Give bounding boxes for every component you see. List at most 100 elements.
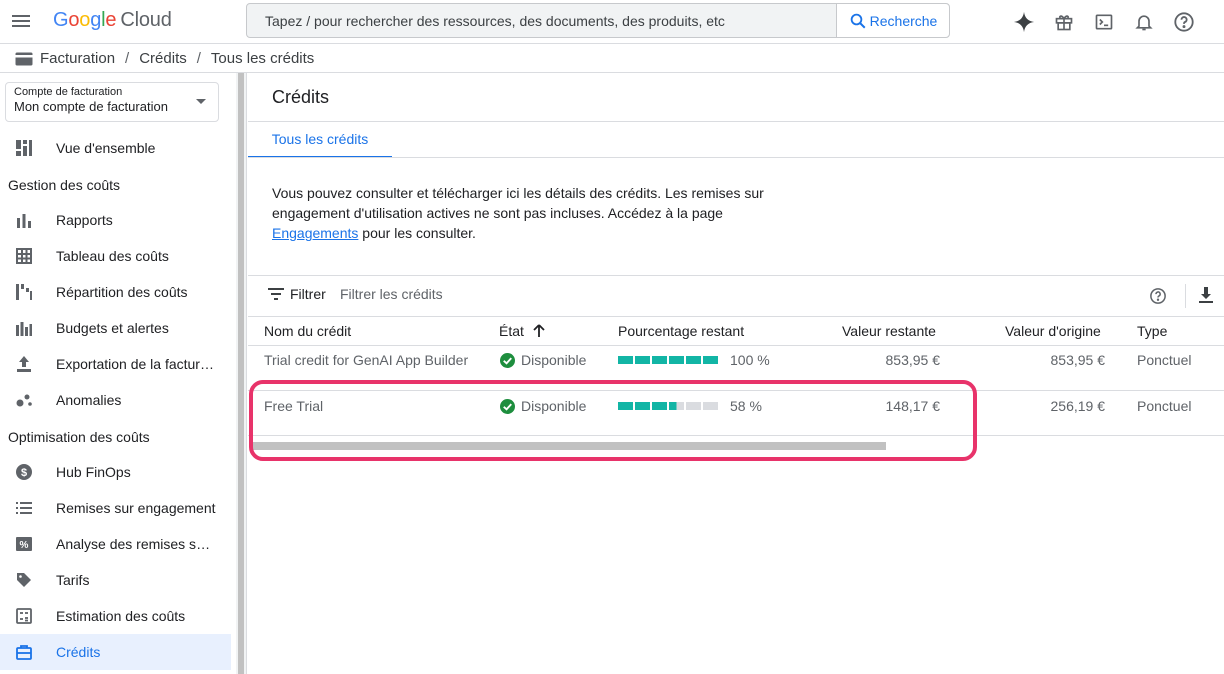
sidebar-item-label: Rapports (56, 212, 113, 228)
sidebar-item-label: Remises sur engagement (56, 500, 216, 516)
sidebar-item-label: Budgets et alertes (56, 320, 169, 336)
sidebar-item-label: Crédits (56, 644, 101, 660)
sidebar-item-label: Estimation des coûts (56, 608, 186, 624)
credit-name: Trial credit for GenAI App Builder (264, 352, 469, 368)
breadcrumb-billing[interactable]: Facturation (40, 50, 115, 67)
billing-account-value: Mon compte de facturation (14, 99, 168, 114)
billing-account-label: Compte de facturation (14, 86, 123, 98)
percent-icon: % (16, 536, 32, 552)
progress-segment (703, 356, 718, 364)
sidebar-scrollbar[interactable] (236, 73, 247, 674)
tab-all-credits[interactable]: Tous les crédits (248, 122, 392, 158)
breadcrumb-separator: / (196, 50, 201, 67)
sidebar-item-reports[interactable]: Rapports (0, 202, 231, 238)
filter-label: Filtrer (290, 286, 326, 302)
dashboard-icon (16, 140, 32, 156)
sidebar-item-label: Vue d'ensemble (56, 140, 156, 156)
sidebar-item-overview[interactable]: Vue d'ensemble (0, 130, 231, 166)
search-button-label: Recherche (869, 12, 938, 29)
sidebar-item-label: Répartition des coûts (56, 284, 188, 300)
main-menu-icon[interactable] (10, 11, 32, 33)
credit-type: Ponctuel (1137, 398, 1192, 414)
sidebar-item-budgets-alerts[interactable]: Budgets et alertes (0, 310, 231, 346)
sort-ascending-arrow-icon (533, 324, 545, 337)
sidebar-scrollbar-thumb[interactable] (238, 73, 244, 674)
dropdown-arrow-icon (196, 99, 206, 104)
search-input[interactable] (247, 4, 836, 37)
divider (248, 121, 1224, 122)
percent-label: 100 % (730, 352, 770, 368)
original-value: 853,95 € (1050, 352, 1106, 368)
sidebar-item-cost-estimation[interactable]: Estimation des coûts (0, 598, 231, 634)
column-header-status[interactable]: État (499, 323, 546, 339)
main-content: Crédits Tous les crédits Vous pouvez con… (248, 73, 1224, 674)
sidebar-item-cost-breakdown[interactable]: Répartition des coûts (0, 274, 231, 310)
credit-type: Ponctuel (1137, 352, 1192, 368)
sidebar-item-finops-hub[interactable]: $ Hub FinOps (0, 454, 231, 490)
status-cell: Disponible (500, 352, 586, 368)
column-header-percent-remaining[interactable]: Pourcentage restant (618, 323, 744, 339)
check-circle-icon (500, 352, 515, 368)
gemini-sparkle-icon[interactable] (1010, 8, 1038, 36)
search-icon (850, 13, 866, 28)
logo-letter: G (53, 9, 69, 31)
sidebar-item-label: Tableau des coûts (56, 248, 169, 264)
progress-segment (635, 356, 650, 364)
remaining-value: 853,95 € (885, 352, 941, 368)
commitments-link[interactable]: Engagements (272, 225, 358, 241)
logo-letter: e (105, 9, 117, 31)
filter-icon (268, 288, 284, 300)
svg-text:%: % (20, 540, 29, 551)
original-value: 256,19 € (1050, 398, 1106, 414)
gift-icon[interactable] (1050, 8, 1078, 36)
anomalies-icon (16, 392, 32, 408)
table-header: Nom du crédit État Pourcentage restant V… (248, 316, 1224, 346)
calculator-icon (16, 608, 32, 624)
sidebar-item-anomalies[interactable]: Anomalies (0, 382, 231, 418)
sidebar-item-credits[interactable]: Crédits (0, 634, 231, 670)
section-title-cost-management: Gestion des coûts (8, 177, 121, 193)
sidebar-item-cost-table[interactable]: Tableau des coûts (0, 238, 231, 274)
column-header-remaining-value[interactable]: Valeur restante (842, 323, 936, 339)
logo-letter: o (68, 9, 80, 31)
column-header-name[interactable]: Nom du crédit (264, 323, 351, 339)
progress-segment (669, 356, 684, 364)
page-title: Crédits (272, 87, 330, 107)
upload-icon (16, 356, 32, 372)
notifications-bell-icon[interactable] (1130, 8, 1158, 36)
filter-button[interactable]: Filtrer (268, 286, 326, 302)
filter-input[interactable] (340, 286, 640, 302)
progress-segment (618, 356, 633, 364)
sidebar-item-pricing[interactable]: Tarifs (0, 562, 231, 598)
sidebar-item-label: Tarifs (56, 572, 90, 588)
search-button[interactable]: Recherche (836, 4, 949, 37)
breadcrumb-credits[interactable]: Crédits (139, 50, 187, 67)
billing-card-icon (15, 52, 33, 65)
logo-letter: g (90, 9, 102, 31)
logo-cloud-text: Cloud (120, 9, 172, 31)
credits-description: Vous pouvez consulter et télécharger ici… (272, 183, 792, 243)
divider (1185, 284, 1186, 308)
highlight-annotation (249, 380, 977, 461)
search-box: Recherche (246, 3, 950, 38)
svg-text:$: $ (21, 467, 27, 479)
google-cloud-logo[interactable]: Google Cloud (53, 9, 172, 32)
breadcrumb-all-credits: Tous les crédits (210, 50, 315, 67)
cloud-shell-terminal-icon[interactable] (1090, 8, 1118, 36)
billing-account-selector[interactable]: Compte de facturation Mon compte de fact… (5, 82, 219, 122)
column-header-status-label: État (499, 323, 524, 339)
bar-chart-icon (16, 212, 32, 228)
column-help-icon[interactable] (1149, 287, 1167, 308)
column-header-type[interactable]: Type (1137, 323, 1167, 339)
progress-segment (652, 356, 667, 364)
breadcrumb: Facturation / Crédits / Tous les crédits (0, 45, 1224, 73)
help-icon[interactable] (1170, 8, 1198, 36)
column-header-original-value[interactable]: Valeur d'origine (1005, 323, 1101, 339)
sidebar-item-billing-export[interactable]: Exportation de la facturation (0, 346, 231, 382)
tag-icon (16, 572, 32, 588)
sidebar-item-discount-analysis[interactable]: % Analyse des remises sur engagement (0, 526, 231, 562)
progress-segment (686, 356, 701, 364)
sidebar-item-committed-use-discounts[interactable]: Remises sur engagement (0, 490, 231, 526)
download-icon[interactable] (1198, 287, 1214, 306)
breadcrumb-separator: / (125, 50, 130, 67)
